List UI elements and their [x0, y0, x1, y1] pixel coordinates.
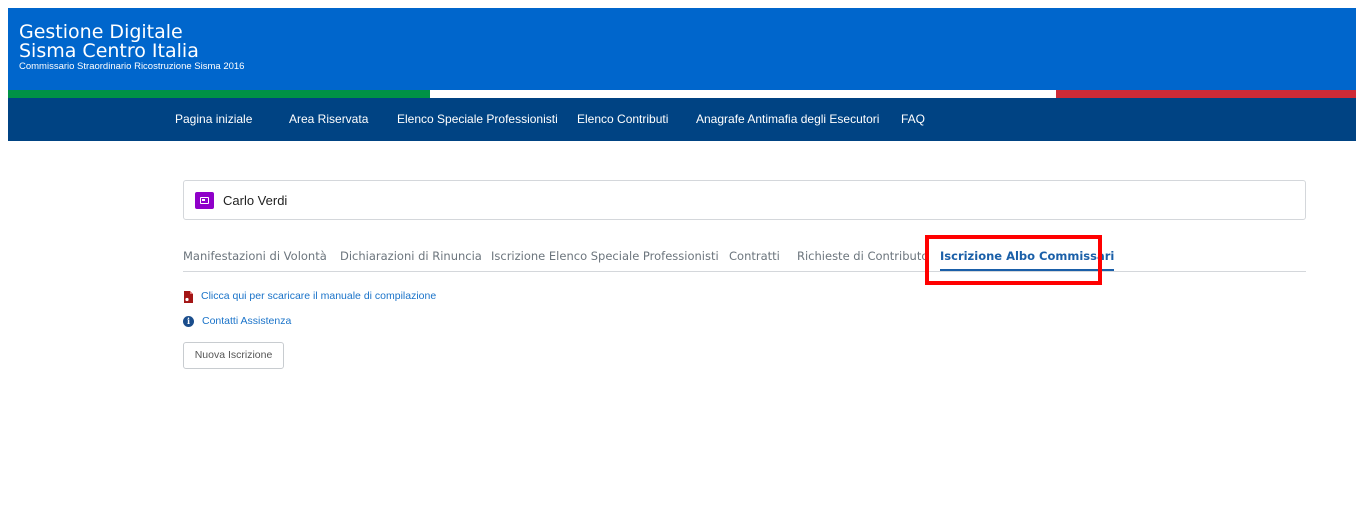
tab-richieste-contributo[interactable]: Richieste di Contributo	[797, 240, 928, 271]
italian-flag-stripe	[8, 90, 1356, 98]
nav-item-elenco-professionisti[interactable]: Elenco Speciale Professionisti	[397, 98, 558, 141]
id-card-icon	[195, 192, 214, 209]
nav-item-faq[interactable]: FAQ	[901, 98, 925, 141]
tab-contratti[interactable]: Contratti	[729, 240, 780, 271]
manual-download-link[interactable]: Clicca qui per scaricare il manuale di c…	[201, 290, 436, 302]
tab-dichiarazioni-rinuncia[interactable]: Dichiarazioni di Rinuncia	[340, 240, 482, 271]
flag-red-segment	[1056, 90, 1356, 98]
user-name: Carlo Verdi	[223, 193, 288, 208]
nav-item-home[interactable]: Pagina iniziale	[175, 98, 252, 141]
site-title[interactable]: Gestione Digitale	[19, 22, 183, 42]
pdf-icon	[183, 290, 193, 303]
new-registration-button[interactable]: Nuova Iscrizione	[183, 342, 284, 369]
site-header: Gestione Digitale Sisma Centro Italia Co…	[8, 8, 1356, 90]
tab-manifestazioni-volonta[interactable]: Manifestazioni di Volontà	[183, 240, 327, 271]
nav-item-anagrafe-antimafia[interactable]: Anagrafe Antimafia degli Esecutori	[696, 98, 879, 141]
info-icon: i	[183, 315, 194, 327]
user-card: Carlo Verdi	[183, 180, 1306, 220]
flag-white-segment	[430, 90, 1056, 98]
flag-green-segment	[8, 90, 430, 98]
tab-iscrizione-albo-commissari[interactable]: Iscrizione Albo Commissari	[940, 240, 1115, 271]
manual-link-row[interactable]: Clicca qui per scaricare il manuale di c…	[183, 288, 436, 304]
site-title-line2[interactable]: Sisma Centro Italia	[19, 41, 199, 61]
nav-item-elenco-contributi[interactable]: Elenco Contributi	[577, 98, 668, 141]
support-contacts-link[interactable]: Contatti Assistenza	[202, 315, 291, 327]
site-subtitle: Commissario Straordinario Ricostruzione …	[19, 61, 245, 72]
tab-iscrizione-elenco-professionisti[interactable]: Iscrizione Elenco Speciale Professionist…	[491, 240, 719, 271]
page: Gestione Digitale Sisma Centro Italia Co…	[8, 8, 1356, 516]
support-link-row[interactable]: i Contatti Assistenza	[183, 313, 291, 329]
nav-item-area-riservata[interactable]: Area Riservata	[289, 98, 368, 141]
tab-bar: Manifestazioni di Volontà Dichiarazioni …	[183, 240, 1306, 272]
main-nav: Pagina iniziale Area Riservata Elenco Sp…	[8, 98, 1356, 141]
